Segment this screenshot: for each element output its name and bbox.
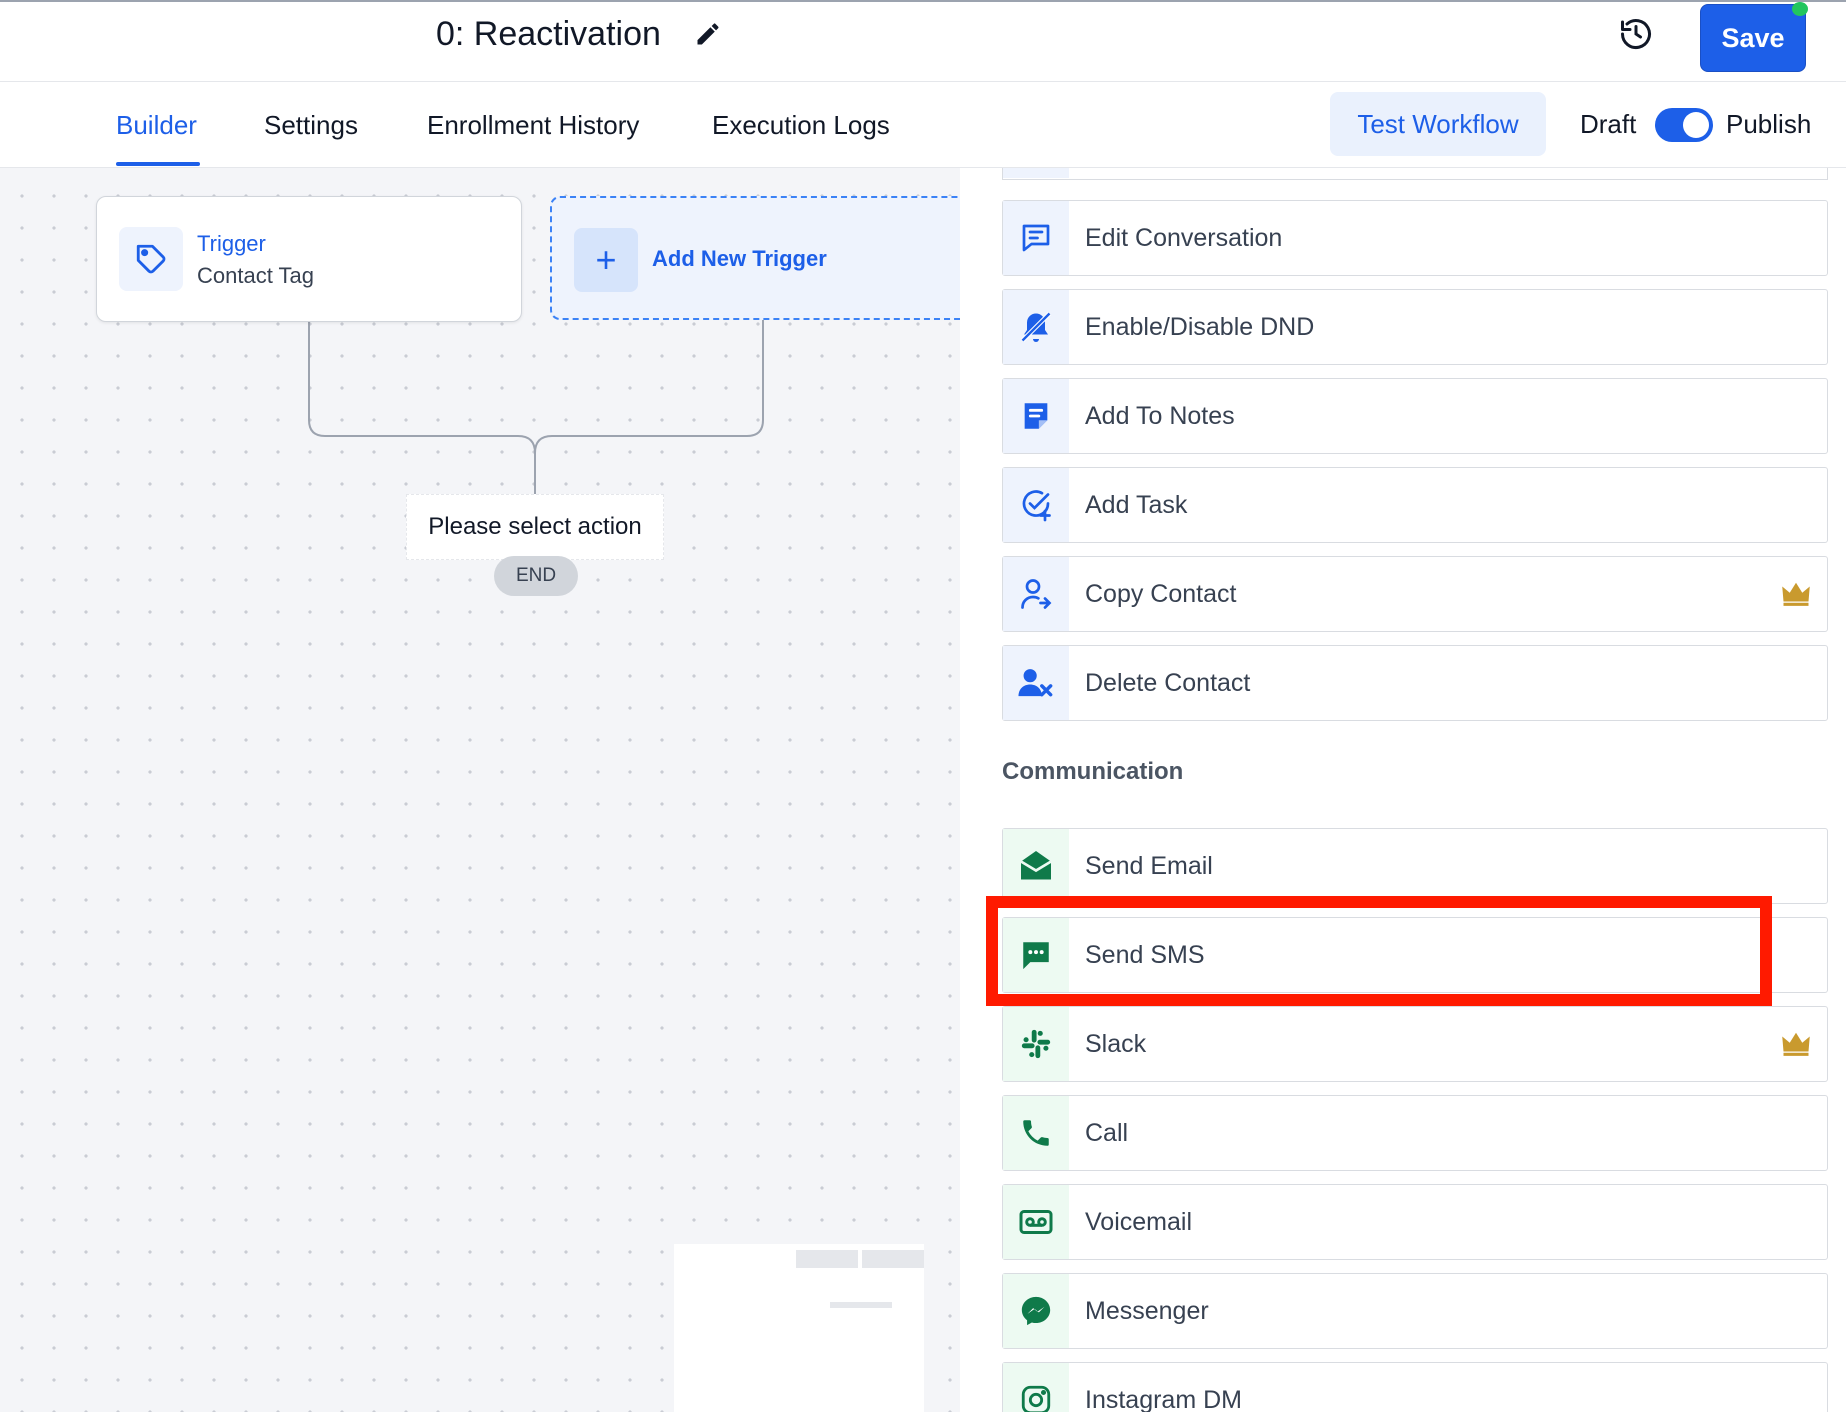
- communication-section-heading: Communication: [1002, 758, 1184, 785]
- save-button[interactable]: Save: [1700, 4, 1806, 72]
- trigger-card[interactable]: Trigger Contact Tag: [96, 196, 522, 322]
- test-workflow-button[interactable]: Test Workflow: [1330, 92, 1546, 156]
- tab-bar: Builder Settings Enrollment History Exec…: [0, 82, 1846, 168]
- action-instagram-dm[interactable]: Instagram DM: [1002, 1362, 1828, 1412]
- workflow-title: 0: Reactivation: [436, 15, 661, 53]
- action-label: Copy Contact: [1085, 579, 1237, 608]
- user-copy-icon: [1003, 557, 1069, 631]
- phone-icon: [1003, 1096, 1069, 1170]
- unsaved-indicator-dot: [1792, 2, 1808, 16]
- voicemail-icon: [1003, 1185, 1069, 1259]
- action-label: Add Task: [1085, 490, 1188, 519]
- action-label: Voicemail: [1085, 1207, 1192, 1236]
- action-label: Call: [1085, 1118, 1129, 1147]
- action-voicemail[interactable]: Voicemail: [1002, 1184, 1828, 1260]
- action-messenger[interactable]: Messenger: [1002, 1273, 1828, 1349]
- instagram-icon: [1003, 1363, 1069, 1412]
- task-check-icon: [1003, 468, 1069, 542]
- bell-off-icon: [1003, 290, 1069, 364]
- history-icon[interactable]: [1618, 16, 1654, 52]
- action-add-task[interactable]: Add Task: [1002, 467, 1828, 543]
- action-add-to-notes[interactable]: Add To Notes: [1002, 378, 1828, 454]
- trigger-subtitle: Contact Tag: [197, 263, 315, 288]
- minimap[interactable]: [674, 1244, 924, 1412]
- minimap-control[interactable]: [862, 1250, 924, 1268]
- action-send-email[interactable]: Send Email: [1002, 828, 1828, 904]
- toggle-knob: [1683, 112, 1709, 138]
- publish-label: Publish: [1726, 108, 1812, 139]
- end-node: END: [494, 556, 578, 596]
- action-edit-conversation[interactable]: Edit Conversation: [1002, 200, 1828, 276]
- action-delete-contact[interactable]: Delete Contact: [1002, 645, 1828, 721]
- action-label: Delete Contact: [1085, 668, 1251, 697]
- tab-enrollment-history[interactable]: Enrollment History: [427, 82, 639, 168]
- pencil-edit-icon[interactable]: [694, 20, 722, 48]
- highlight-annotation: [986, 896, 1772, 1006]
- minimap-control[interactable]: [796, 1250, 858, 1268]
- tab-execution-logs[interactable]: Execution Logs: [712, 82, 890, 168]
- action-enable-disable-dnd[interactable]: Enable/Disable DND: [1002, 289, 1828, 365]
- action-label: Messenger: [1085, 1296, 1209, 1325]
- crown-premium-icon: [1782, 1032, 1810, 1056]
- action-icon-cell: [1003, 168, 1069, 178]
- publish-toggle[interactable]: [1655, 108, 1713, 142]
- trigger-title: Trigger: [197, 231, 266, 256]
- action-label: Edit Conversation: [1085, 223, 1283, 252]
- action-label: Add To Notes: [1085, 401, 1235, 430]
- tab-builder[interactable]: Builder: [116, 82, 197, 168]
- add-new-trigger-label: Add New Trigger: [652, 246, 827, 271]
- plus-icon: +: [574, 228, 638, 292]
- messenger-icon: [1003, 1274, 1069, 1348]
- slack-icon: [1003, 1007, 1069, 1081]
- select-action-placeholder[interactable]: Please select action: [406, 494, 664, 560]
- action-slack[interactable]: Slack: [1002, 1006, 1828, 1082]
- add-new-trigger-card[interactable]: + Add New Trigger: [550, 196, 960, 320]
- action-label: Send Email: [1085, 851, 1213, 880]
- action-label: Enable/Disable DND: [1085, 312, 1315, 341]
- action-label: Slack: [1085, 1029, 1147, 1058]
- crown-premium-icon: [1782, 582, 1810, 606]
- workflow-canvas[interactable]: Trigger Contact Tag + Add New Trigger Pl…: [0, 168, 960, 1412]
- notes-icon: [1003, 379, 1069, 453]
- actions-panel: Edit Conversation Enable/Disable DND Add…: [960, 168, 1846, 1412]
- active-tab-underline: [116, 162, 200, 166]
- tag-icon: [119, 227, 183, 291]
- draft-label: Draft: [1580, 108, 1637, 139]
- chat-edit-icon: [1003, 201, 1069, 275]
- action-label: Instagram DM: [1085, 1385, 1242, 1412]
- minimap-node: [830, 1302, 892, 1308]
- top-header: 0: Reactivation Save: [0, 0, 1846, 82]
- action-copy-contact[interactable]: Copy Contact: [1002, 556, 1828, 632]
- envelope-icon: [1003, 829, 1069, 903]
- action-item-partial[interactable]: [1002, 168, 1828, 180]
- action-call[interactable]: Call: [1002, 1095, 1828, 1171]
- user-delete-icon: [1003, 646, 1069, 720]
- tab-settings[interactable]: Settings: [264, 82, 358, 168]
